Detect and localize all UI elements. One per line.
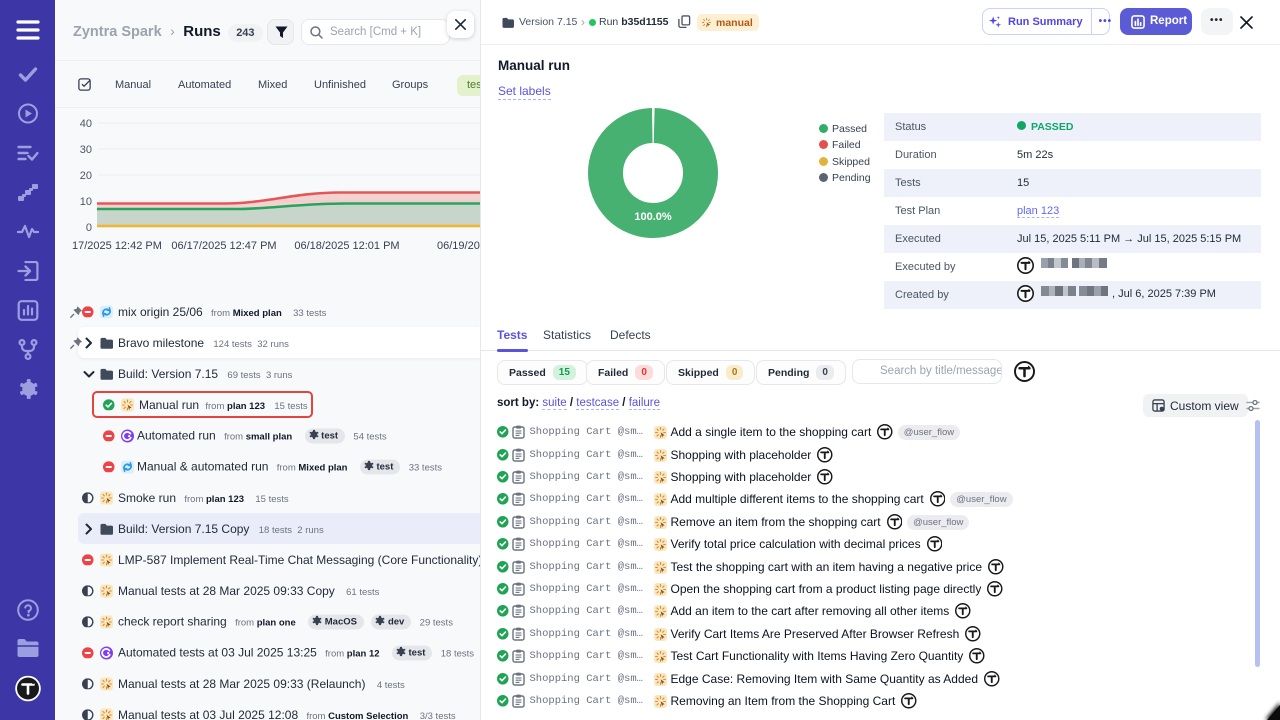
svg-text:10: 10	[80, 196, 92, 208]
svg-text:17/2025 12:42 PM: 17/2025 12:42 PM	[72, 240, 162, 252]
svg-text:20: 20	[80, 170, 92, 182]
svg-text:40: 40	[80, 118, 92, 130]
svg-text:0: 0	[86, 222, 92, 234]
svg-text:100.0%: 100.0%	[634, 211, 672, 223]
svg-text:06/18/2025 12:01 PM: 06/18/2025 12:01 PM	[294, 240, 399, 252]
svg-text:30: 30	[80, 144, 92, 156]
svg-text:06/19/2025 1:5: 06/19/2025 1:5	[437, 240, 480, 252]
svg-text:06/17/2025 12:47 PM: 06/17/2025 12:47 PM	[171, 240, 276, 252]
